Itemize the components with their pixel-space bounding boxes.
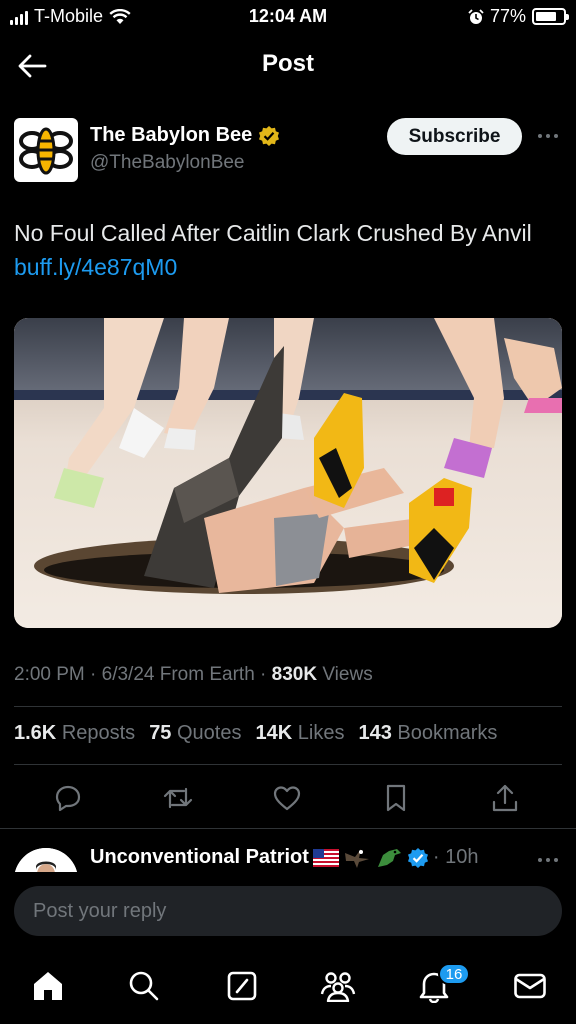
reply-more-icon[interactable] [536,850,560,870]
more-icon[interactable] [536,126,560,146]
status-right: 77% [468,6,569,27]
post-text: No Foul Called After Caitlin Clark Crush… [14,216,554,284]
post-stats: 1.6K Reposts 75 Quotes 14K Likes 143 Boo… [14,722,497,745]
battery-icon [532,8,569,25]
search-icon [129,971,159,1001]
basketball-anvil-photo [14,318,562,628]
reply-icon [55,785,81,812]
messages-icon [514,973,546,999]
eagle-icon [344,848,369,868]
battery-label: 77% [489,6,526,26]
nav-messages[interactable] [510,966,550,1006]
bookmark-icon [386,784,406,812]
likes-stat[interactable]: 14K Likes [255,722,344,745]
reply-time: · 10h [432,846,479,868]
action-bar [0,778,576,818]
bookmarks-stat[interactable]: 143 Bookmarks [358,722,497,745]
author-name[interactable]: The Babylon Bee [90,124,280,147]
like-icon [273,786,301,811]
page-title: Post [261,50,314,77]
verified-gold-icon [259,125,280,146]
post-image[interactable] [14,318,562,628]
subscribe-button[interactable]: Subscribe [387,118,522,155]
alligator-icon [377,848,401,867]
post-meta: 2:00 PM · 6/3/24 From Earth · 830K Views [14,664,373,686]
post-text-body: No Foul Called After Caitlin Clark Crush… [14,220,532,246]
nav-communities[interactable] [318,966,358,1006]
reply-author[interactable]: Unconventional Patriot · 10h [90,846,479,869]
post-timestamp: 2:00 PM · 6/3/24 From Earth · [14,664,272,685]
babylon-bee-logo [19,127,73,175]
nav-search[interactable] [124,966,164,1006]
reply-button[interactable] [48,778,88,818]
share-button[interactable] [485,778,525,818]
bookmark-button[interactable] [376,778,416,818]
repost-icon [163,787,193,809]
author-handle[interactable]: @TheBabylonBee [90,152,245,174]
verified-blue-icon [407,847,428,868]
post-link[interactable]: buff.ly/4e87qM0 [14,254,177,280]
views-count: 830K [271,664,318,685]
home-icon [34,972,62,1000]
reposts-stat[interactable]: 1.6K Reposts [14,722,135,745]
status-bar: T-Mobile 12:04 AM 77% [0,0,576,34]
nav-grok[interactable] [222,966,262,1006]
header: Post [0,34,576,96]
quotes-stat[interactable]: 75 Quotes [149,722,241,745]
reply-input[interactable]: Post your reply [14,886,562,936]
notifications-badge: 16 [438,963,470,985]
views-label: Views [317,664,373,685]
nav-home[interactable] [28,966,68,1006]
grok-icon [227,971,257,1001]
repost-button[interactable] [158,778,198,818]
reply-bar: Post your reply [0,872,576,952]
share-icon [492,784,518,812]
author-avatar[interactable] [14,118,78,182]
reply-author-name: Unconventional Patriot [90,846,309,868]
divider [14,706,562,707]
communities-icon [320,972,356,1002]
alarm-icon [468,8,484,24]
us-flag-icon [312,848,339,867]
author-name-text: The Babylon Bee [90,124,253,146]
bottom-nav [0,952,576,1024]
divider [0,828,576,829]
like-button[interactable] [267,778,307,818]
divider [14,764,562,765]
